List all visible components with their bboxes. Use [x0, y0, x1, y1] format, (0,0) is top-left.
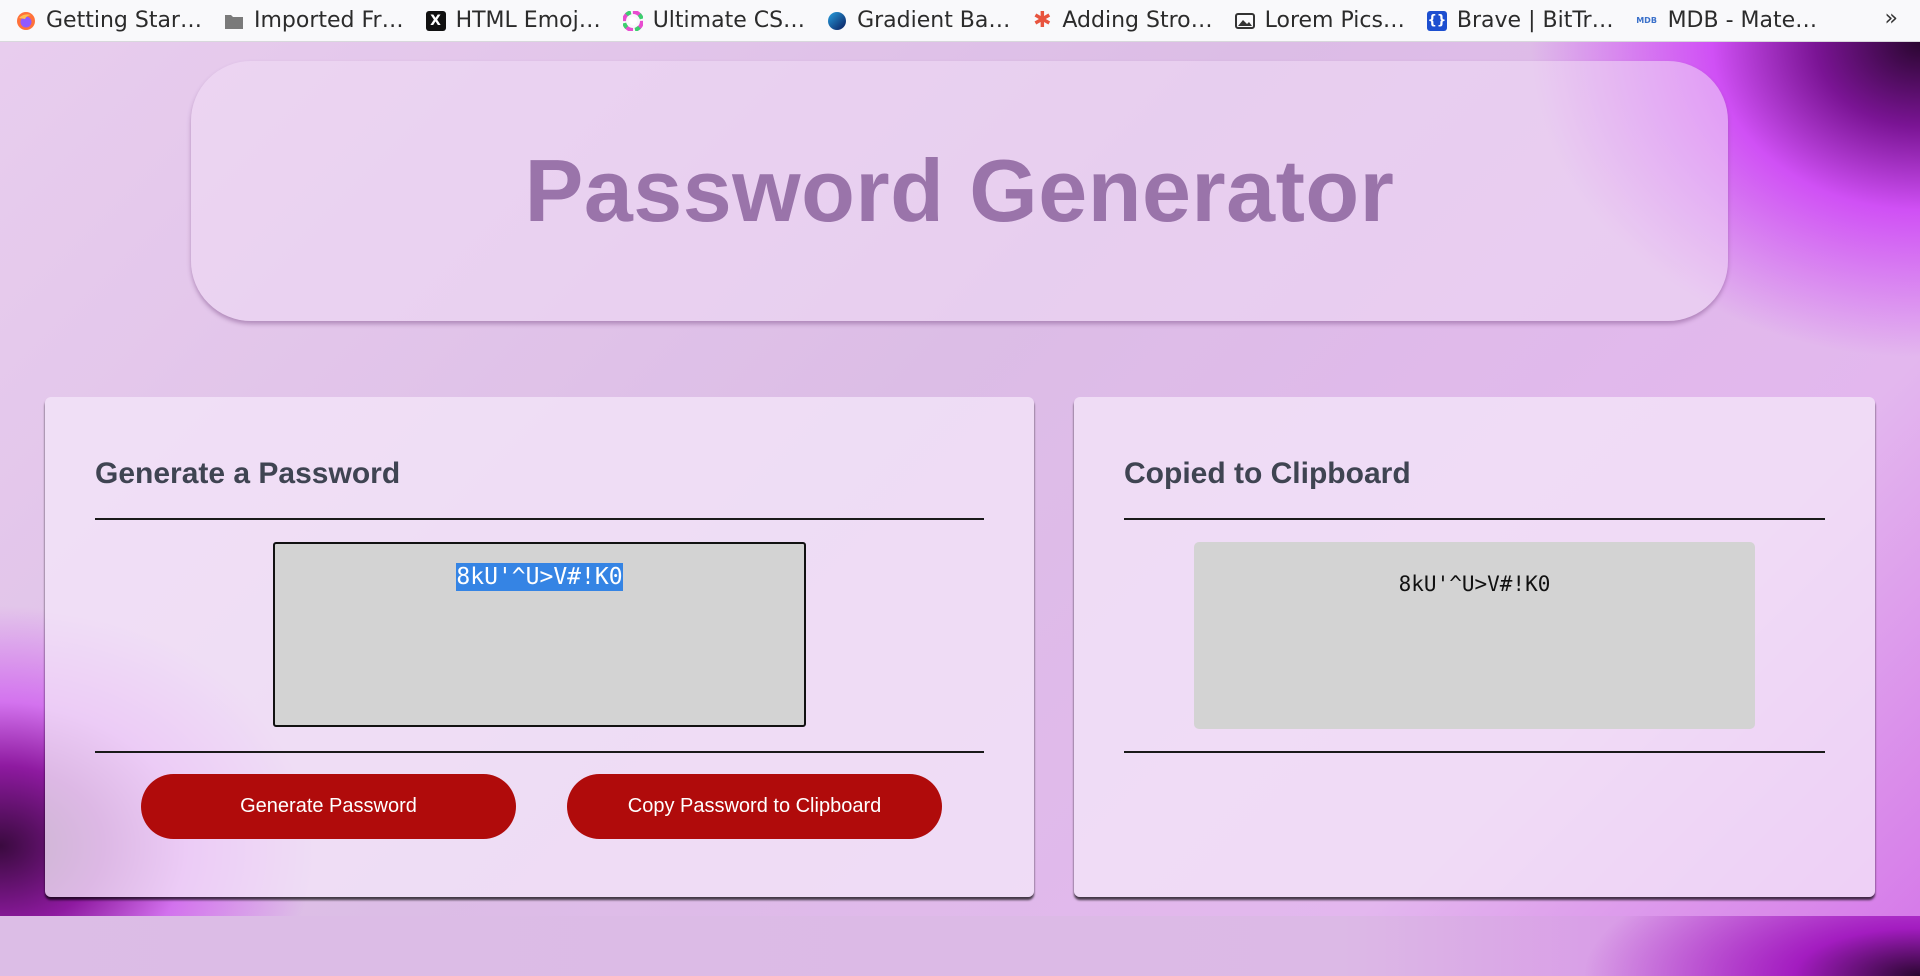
gradient-circle-icon	[827, 11, 847, 31]
bookmark-adding-stroke[interactable]: ✱ Adding Stro…	[1032, 8, 1212, 33]
copied-password-box[interactable]: 8kU'^U>V#!K0	[1194, 542, 1755, 729]
header-card: Password Generator	[191, 61, 1728, 321]
page-background-bottom	[0, 916, 1920, 976]
divider	[1124, 751, 1825, 753]
clipboard-card-title: Copied to Clipboard	[1124, 457, 1411, 490]
divider	[1124, 518, 1825, 520]
generate-card-title: Generate a Password	[95, 457, 401, 490]
bookmark-gradient-bg[interactable]: Gradient Ba…	[827, 8, 1010, 33]
divider	[95, 518, 984, 520]
copied-password-text: 8kU'^U>V#!K0	[1398, 572, 1551, 596]
bookmark-imported[interactable]: Imported Fr…	[224, 8, 404, 33]
bookmark-label: MDB - Mate…	[1667, 8, 1818, 33]
password-textarea[interactable]: 8kU'^U>V#!K0	[273, 542, 806, 727]
color-wheel-icon	[622, 10, 643, 31]
bookmark-label: Lorem Pics…	[1264, 8, 1405, 33]
folder-icon	[224, 11, 244, 31]
page-title: Password Generator	[524, 141, 1395, 240]
bookmark-html-emoji[interactable]: X HTML Emoj…	[425, 8, 601, 33]
bookmark-label: HTML Emoj…	[455, 8, 601, 33]
clipboard-card: Copied to Clipboard 8kU'^U>V#!K0	[1074, 397, 1875, 897]
firefox-icon	[16, 11, 36, 31]
image-icon	[1234, 11, 1255, 31]
page-background: Password Generator Generate a Password 8…	[0, 42, 1920, 916]
divider	[95, 751, 984, 753]
bookmark-label: Imported Fr…	[253, 8, 404, 33]
generate-password-card: Generate a Password 8kU'^U>V#!K0 Generat…	[45, 397, 1034, 897]
bookmark-label: Brave | BitTr…	[1456, 8, 1614, 33]
x-logo-icon: X	[425, 10, 446, 31]
bracket-icon: {}	[1426, 10, 1447, 31]
bookmarks-toolbar: Getting Star… Imported Fr… X HTML Emoj… …	[0, 0, 1920, 42]
bookmark-label: Adding Stro…	[1062, 8, 1213, 33]
copy-to-clipboard-button[interactable]: Copy Password to Clipboard	[567, 774, 942, 839]
asterisk-icon: ✱	[1033, 8, 1052, 33]
bookmark-getting-started[interactable]: Getting Star…	[16, 8, 202, 33]
bookmarks-overflow-chevron-icon[interactable]: »	[1885, 6, 1898, 31]
password-selected-text: 8kU'^U>V#!K0	[456, 563, 623, 591]
bookmark-label: Ultimate CS…	[652, 8, 806, 33]
bookmark-mdb[interactable]: MDB MDB - Mate…	[1636, 8, 1818, 33]
mdb-icon: MDB	[1636, 16, 1657, 25]
bookmark-label: Getting Star…	[46, 8, 202, 33]
bookmark-brave-bittorrent[interactable]: {} Brave | BitTr…	[1426, 8, 1614, 33]
bookmark-label: Gradient Ba…	[857, 8, 1011, 33]
bookmark-lorem-picsum[interactable]: Lorem Pics…	[1234, 8, 1405, 33]
bookmark-ultimate-css[interactable]: Ultimate CS…	[622, 8, 806, 33]
generate-password-button[interactable]: Generate Password	[141, 774, 516, 839]
